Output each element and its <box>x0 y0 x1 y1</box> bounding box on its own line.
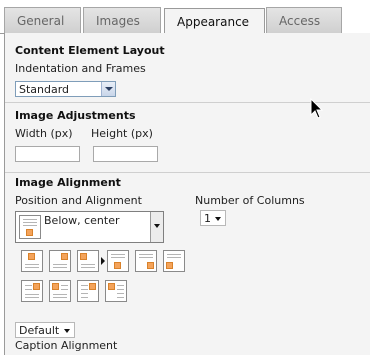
tab-general[interactable]: General <box>4 7 81 34</box>
chevron-down-icon <box>64 329 70 333</box>
tab-label: Access <box>279 14 321 28</box>
width-label: Width (px) <box>15 127 73 140</box>
section-title: Image Adjustments <box>15 109 136 122</box>
indent-value: Standard <box>19 83 70 96</box>
height-label: Height (px) <box>91 127 153 140</box>
width-input[interactable] <box>15 146 80 162</box>
position-select[interactable]: Below, center <box>15 211 164 243</box>
tab-access[interactable]: Access <box>266 7 342 34</box>
indent-label: Indentation and Frames <box>15 62 146 75</box>
intext-left-icon[interactable] <box>49 280 71 302</box>
indent-select[interactable]: Standard <box>15 81 116 97</box>
selection-marker-icon <box>101 257 105 265</box>
below-left-icon[interactable] <box>163 250 185 272</box>
caption-value: Default <box>19 324 60 337</box>
below-center-icon[interactable] <box>107 250 129 272</box>
columns-select[interactable]: 1 <box>200 210 226 226</box>
columns-value: 1 <box>204 212 211 225</box>
tab-label: Appearance <box>177 15 250 29</box>
intext-right-icon[interactable] <box>21 280 43 302</box>
chevron-down-icon <box>215 217 221 221</box>
layout-section: Content Element Layout Indentation and F… <box>5 33 370 102</box>
below-center-icon <box>19 215 41 239</box>
tab-label: Images <box>96 14 140 28</box>
above-center-icon[interactable] <box>21 250 43 272</box>
above-right-icon[interactable] <box>49 250 71 272</box>
appearance-panel: Content Element Layout Indentation and F… <box>4 33 370 355</box>
tab-appearance[interactable]: Appearance <box>164 8 265 35</box>
tab-images[interactable]: Images <box>83 7 161 34</box>
beside-text-left-icon[interactable] <box>105 280 127 302</box>
tab-label: General <box>17 14 65 28</box>
section-title: Content Element Layout <box>15 44 165 57</box>
beside-text-right-icon[interactable] <box>77 280 99 302</box>
position-label: Position and Alignment <box>15 194 142 207</box>
chevron-down-icon <box>101 82 115 96</box>
chevron-down-icon <box>150 212 163 242</box>
tab-bar: General Images Appearance Access <box>0 0 370 35</box>
caption-select[interactable]: Default <box>15 322 75 338</box>
caption-label: Caption Alignment <box>15 339 118 352</box>
below-right-icon[interactable] <box>135 250 157 272</box>
position-value: Below, center <box>44 214 120 227</box>
columns-label: Number of Columns <box>195 194 305 207</box>
height-input[interactable] <box>93 146 158 162</box>
above-left-icon[interactable] <box>77 250 99 272</box>
section-title: Image Alignment <box>15 176 121 189</box>
mouse-pointer-icon <box>310 98 324 119</box>
